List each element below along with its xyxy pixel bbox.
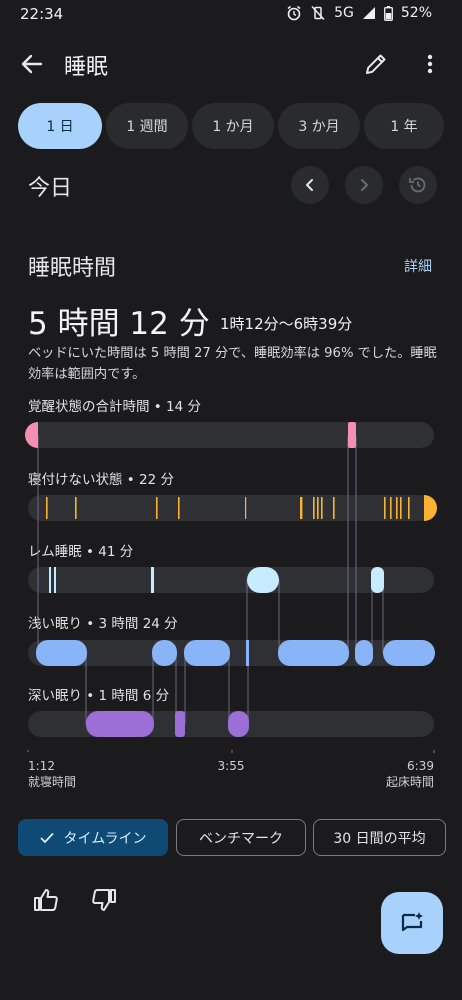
awake-segment <box>25 422 38 448</box>
battery-icon <box>383 5 393 21</box>
light-block <box>383 640 435 666</box>
chevron-left-icon <box>306 179 313 191</box>
track-light <box>28 640 434 666</box>
tab-month[interactable]: 1 か月 <box>192 103 274 149</box>
restless-mark <box>424 495 437 521</box>
light-block <box>246 640 249 666</box>
status-icons: 5G 52% <box>286 5 432 21</box>
restless-mark <box>384 497 386 519</box>
signal-icon <box>362 7 375 19</box>
stage-label-deep: 深い眠り • 1 時間 6 分 <box>28 688 169 704</box>
details-link[interactable]: 詳細 <box>404 256 432 276</box>
chat-sparkle-icon <box>401 912 423 932</box>
check-icon <box>41 832 54 843</box>
axis-end-time: 6:39 <box>407 759 434 773</box>
tab-week[interactable]: 1 週間 <box>106 103 188 149</box>
light-block <box>152 640 177 666</box>
section-title: 睡眠時間 <box>28 256 117 281</box>
ai-chat-button[interactable] <box>381 892 443 954</box>
stage-label-light: 浅い眠り • 3 時間 24 分 <box>28 616 178 632</box>
back-arrow-icon[interactable] <box>18 50 46 78</box>
sleep-efficiency-description: ベッドにいた時間は 5 時間 27 分で、睡眠効率は 96% でした。睡眠効率は… <box>28 346 437 382</box>
sleep-stages-timeline-chart: 覚醒状態の合計時間 • 14 分 寝付けない状態 • 22 分 レム睡眠 • 4… <box>25 399 437 789</box>
track-awake <box>28 422 434 448</box>
deep-block <box>86 711 154 737</box>
reset-date-button[interactable] <box>399 166 437 204</box>
timeline-chip[interactable]: タイムライン <box>18 819 168 856</box>
light-block <box>278 640 349 666</box>
next-day-button[interactable] <box>345 166 383 204</box>
rem-block <box>247 567 279 593</box>
tab-year[interactable]: 1 年 <box>364 103 444 149</box>
tab-three-months[interactable]: 3 か月 <box>278 103 360 149</box>
thumbs-up-icon[interactable] <box>32 886 60 914</box>
restless-mark <box>46 497 48 519</box>
date-label: 今日 <box>28 176 73 201</box>
thirty-day-average-chip[interactable]: 30 日間の平均 <box>313 819 446 856</box>
restless-mark <box>317 497 319 519</box>
awake-segment <box>348 422 356 448</box>
thumbs-down-icon[interactable] <box>90 886 118 914</box>
restless-mark <box>300 497 303 519</box>
rem-mark <box>49 567 51 593</box>
restless-mark <box>408 497 410 519</box>
light-block <box>36 640 87 666</box>
restless-mark <box>321 497 323 519</box>
battery-level: 52% <box>400 5 432 21</box>
stage-label-rem: レム睡眠 • 41 分 <box>28 544 133 560</box>
light-block <box>355 640 373 666</box>
track-restless <box>28 495 434 521</box>
restless-mark <box>75 497 77 519</box>
restless-mark <box>245 497 247 519</box>
rem-mark <box>151 567 154 593</box>
sleep-time-range: 1時12分〜6時39分 <box>220 315 353 333</box>
tab-day[interactable]: 1 日 <box>18 103 102 149</box>
restless-mark <box>390 497 392 519</box>
deep-block <box>175 711 185 737</box>
rem-mark <box>54 567 56 593</box>
timeline-chip-label: タイムライン <box>63 830 147 847</box>
benchmark-chip[interactable]: ベンチマーク <box>176 819 306 856</box>
restless-mark <box>333 497 335 519</box>
stage-label-restless: 寝付けない状態 • 22 分 <box>28 471 174 488</box>
network-type: 5G <box>334 5 354 21</box>
period-tabs: 1 日 1 週間 1 か月 3 か月 1 年 <box>18 103 444 149</box>
history-icon <box>409 177 426 193</box>
light-block <box>184 640 230 666</box>
restless-mark <box>156 497 158 519</box>
bedtime-label: 就寝時間 <box>28 774 76 789</box>
benchmark-chip-label: ベンチマーク <box>199 830 283 847</box>
deep-block <box>228 711 249 737</box>
vibrate-off-icon <box>311 5 325 21</box>
more-vert-icon[interactable] <box>418 50 442 78</box>
wake-time-label: 起床時間 <box>386 775 434 789</box>
axis-start-time: 1:12 <box>28 759 55 773</box>
axis-mid-time: 3:55 <box>218 759 245 773</box>
chevron-right-icon <box>361 179 368 191</box>
average-chip-label: 30 日間の平均 <box>333 830 426 847</box>
previous-day-button[interactable] <box>291 166 329 204</box>
page-title: 睡眠 <box>64 55 109 80</box>
rem-block <box>371 567 384 593</box>
time-axis <box>27 750 435 753</box>
sleep-duration: 5 時間 12 分 <box>28 306 210 342</box>
restless-mark <box>396 497 398 519</box>
restless-mark <box>178 497 180 519</box>
edit-pencil-icon[interactable] <box>362 50 390 78</box>
stage-label-awake: 覚醒状態の合計時間 • 14 分 <box>28 399 201 415</box>
restless-mark <box>400 497 402 519</box>
restless-mark <box>313 497 315 519</box>
alarm-icon <box>287 5 301 21</box>
status-time: 22:34 <box>20 5 64 23</box>
